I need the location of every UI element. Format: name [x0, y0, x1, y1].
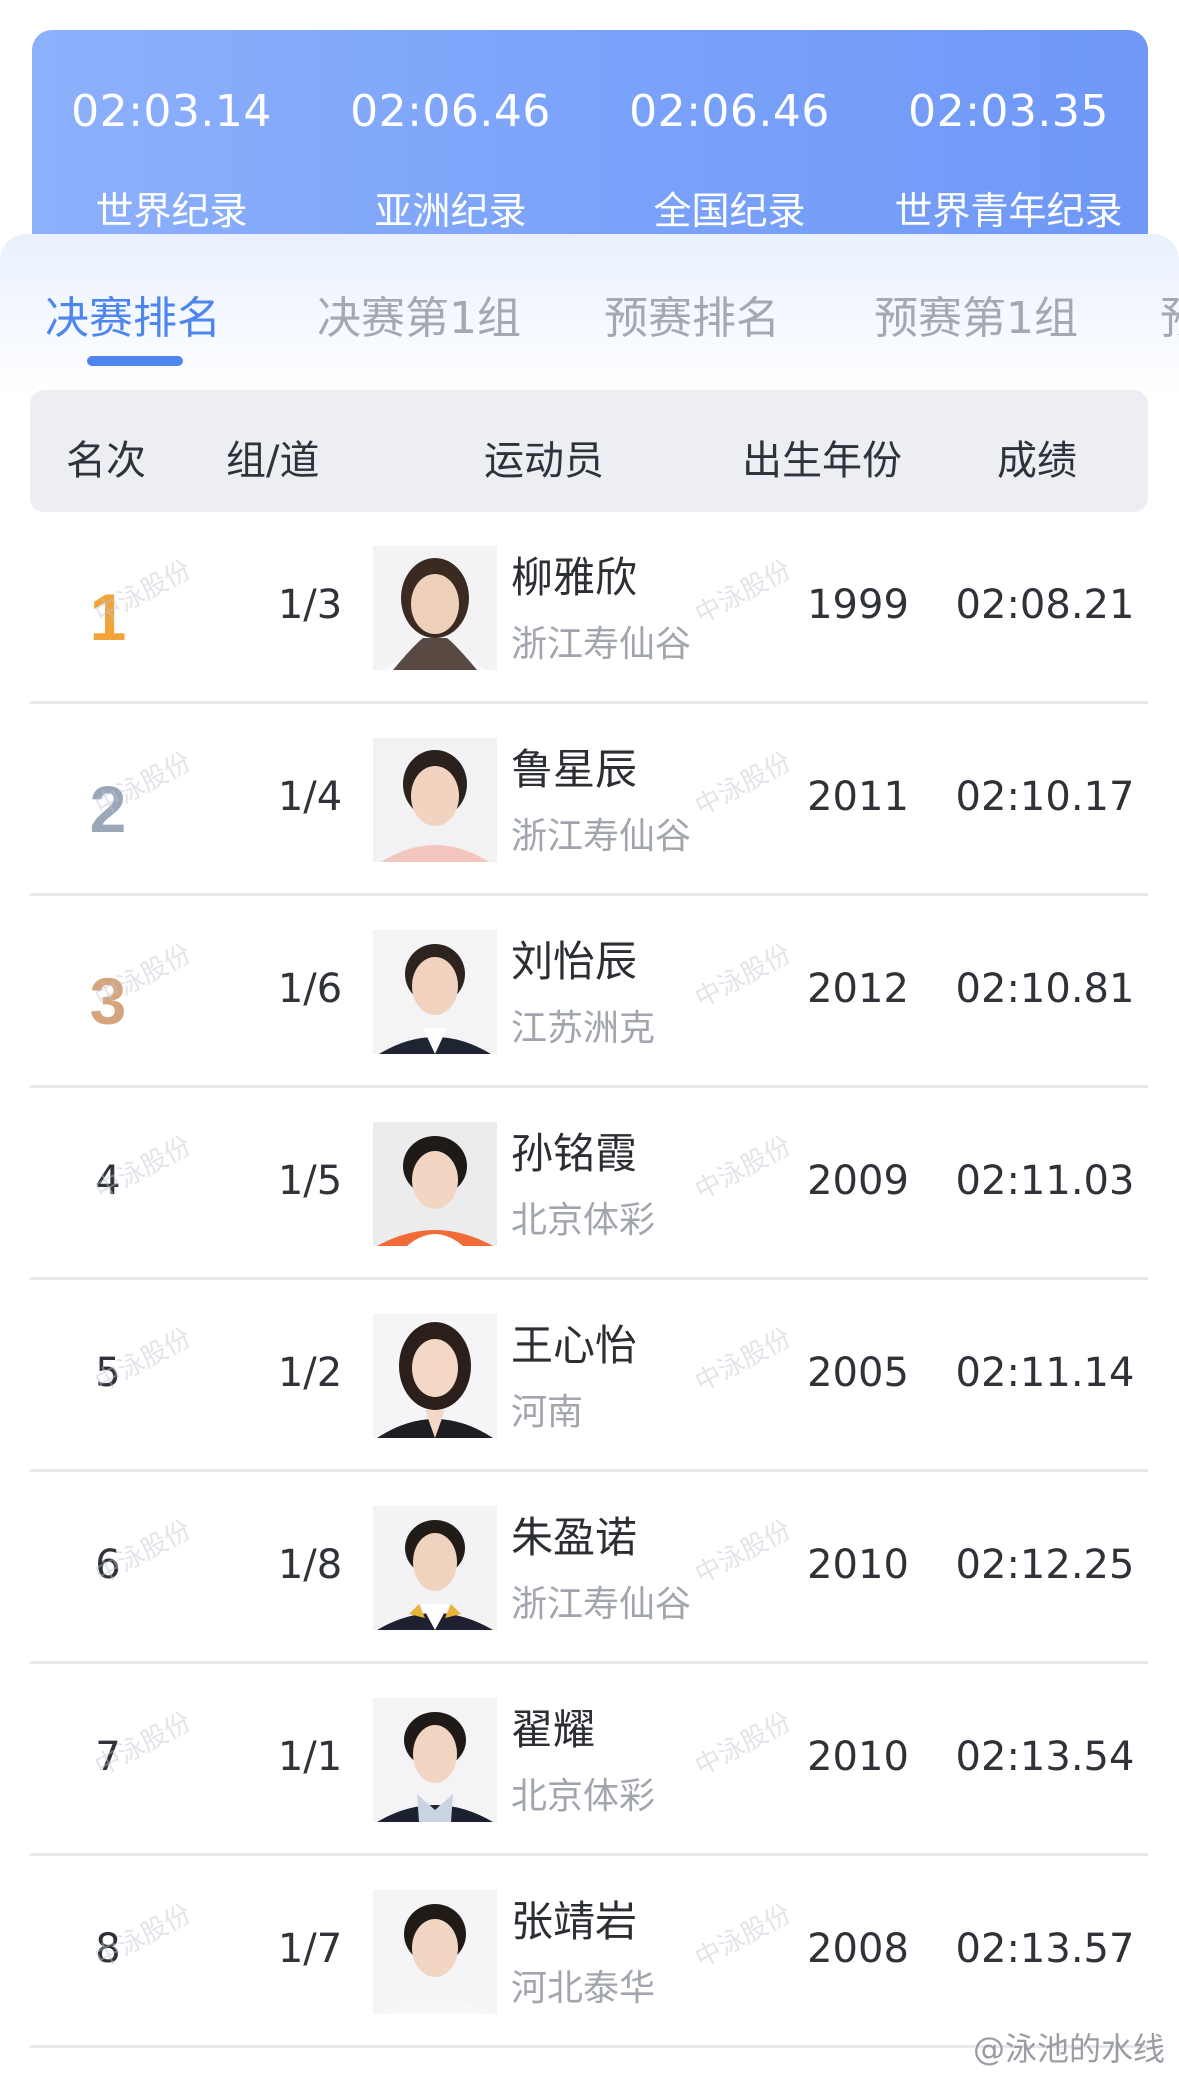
- lane-cell: 1/4: [277, 774, 343, 820]
- svg-text:3: 3: [90, 966, 127, 1036]
- svg-text:1: 1: [90, 582, 127, 652]
- header-result: 成绩: [997, 438, 1077, 484]
- result-cell: 02:10.81: [955, 966, 1135, 1012]
- record-label: 亚洲纪录: [374, 189, 527, 233]
- lane-cell: 1/8: [277, 1542, 343, 1588]
- header-birth-year: 出生年份: [742, 438, 902, 484]
- results-table: 1 1/3 柳雅欣 浙江寿仙谷 1999 02:08.21 中泳股份 中泳股份 …: [30, 512, 1148, 2048]
- athlete-club: 北京体彩: [511, 1776, 656, 1817]
- header-rank: 名次: [66, 438, 146, 484]
- record-time: 02:03.14: [71, 86, 272, 137]
- rank-cell: 5: [95, 1350, 121, 1396]
- gold-medal-rank-icon: 1: [78, 582, 138, 652]
- athlete-photo: [373, 1506, 497, 1630]
- record-time: 02:06.46: [350, 86, 551, 137]
- table-row[interactable]: 3 1/6 刘怡辰 江苏洲克 2012 02:10.81 中泳股份 中泳股份: [30, 896, 1148, 1088]
- birth-year-cell: 2005: [807, 1350, 909, 1396]
- athlete-name: 翟耀: [511, 1705, 596, 1754]
- athlete-club: 北京体彩: [511, 1200, 656, 1241]
- bronze-medal-rank-icon: 3: [78, 966, 138, 1036]
- rank-cell: 7: [95, 1734, 121, 1780]
- athlete-photo: [373, 738, 497, 862]
- active-tab-indicator: [87, 356, 183, 366]
- rank-cell: 6: [95, 1542, 121, 1588]
- tab-heats-group-1[interactable]: 预赛第1组: [874, 282, 1078, 346]
- rank-cell: 8: [95, 1926, 121, 1972]
- athlete-club: 河南: [511, 1392, 584, 1433]
- svg-text:2: 2: [90, 774, 127, 844]
- table-row[interactable]: 7 1/1 翟耀 北京体彩 2010 02:13.54 中泳股份 中泳股份: [30, 1664, 1148, 1856]
- athlete-club: 江苏洲克: [511, 1008, 656, 1049]
- lane-cell: 1/1: [277, 1734, 343, 1780]
- lane-cell: 1/6: [277, 966, 343, 1012]
- header-lane: 组/道: [226, 438, 320, 484]
- birth-year-cell: 2010: [807, 1734, 909, 1780]
- result-cell: 02:08.21: [955, 582, 1135, 628]
- tab-bar: 决赛排名 决赛第1组 预赛排名 预赛第1组 预: [0, 234, 1179, 394]
- tab-heats-more[interactable]: 预: [1160, 282, 1179, 346]
- tab-heats-ranking[interactable]: 预赛排名: [604, 282, 780, 346]
- birth-year-cell: 2010: [807, 1542, 909, 1588]
- result-cell: 02:13.57: [955, 1926, 1135, 1972]
- table-header: 名次 组/道 运动员 出生年份 成绩: [30, 390, 1148, 512]
- table-row[interactable]: 4 1/5 孙铭霞 北京体彩 2009 02:11.03 中泳股份 中泳股份: [30, 1088, 1148, 1280]
- results-page: 02:03.14 世界纪录 02:06.46 亚洲纪录 02:06.46 全国纪…: [0, 0, 1179, 2073]
- table-row[interactable]: 1 1/3 柳雅欣 浙江寿仙谷 1999 02:08.21 中泳股份 中泳股份: [30, 512, 1148, 704]
- record-label: 全国纪录: [653, 189, 806, 233]
- athlete-photo: [373, 1890, 497, 2014]
- weibo-watermark: @泳池的水线: [972, 2030, 1165, 2068]
- athlete-photo: [373, 930, 497, 1054]
- athlete-name: 朱盈诺: [511, 1513, 638, 1562]
- lane-cell: 1/3: [277, 582, 343, 628]
- record-time: 02:03.35: [908, 86, 1109, 137]
- birth-year-cell: 2008: [807, 1926, 909, 1972]
- lane-cell: 1/2: [277, 1350, 343, 1396]
- tab-final-ranking[interactable]: 决赛排名: [45, 282, 221, 346]
- result-cell: 02:13.54: [955, 1734, 1135, 1780]
- table-row[interactable]: 5 1/2 王心怡 河南 2005 02:11.14 中泳股份 中泳股份: [30, 1280, 1148, 1472]
- athlete-photo: [373, 546, 497, 670]
- header-athlete: 运动员: [484, 438, 604, 484]
- athlete-name: 王心怡: [511, 1321, 638, 1370]
- table-row[interactable]: 2 1/4 鲁星辰 浙江寿仙谷 2011 02:10.17 中泳股份 中泳股份: [30, 704, 1148, 896]
- athlete-name: 张靖岩: [511, 1897, 638, 1946]
- athlete-club: 浙江寿仙谷: [511, 816, 692, 857]
- birth-year-cell: 2011: [807, 774, 909, 820]
- table-row[interactable]: 8 1/7 张靖岩 河北泰华 2008 02:13.57 中泳股份 中泳股份: [30, 1856, 1148, 2048]
- athlete-photo: [373, 1698, 497, 1822]
- lane-cell: 1/5: [277, 1158, 343, 1204]
- record-label: 世界青年纪录: [894, 189, 1123, 233]
- result-cell: 02:11.14: [955, 1350, 1135, 1396]
- tab-final-group-1[interactable]: 决赛第1组: [317, 282, 521, 346]
- birth-year-cell: 2012: [807, 966, 909, 1012]
- athlete-name: 柳雅欣: [511, 553, 638, 602]
- result-cell: 02:11.03: [955, 1158, 1135, 1204]
- silver-medal-rank-icon: 2: [78, 774, 138, 844]
- record-label: 世界纪录: [95, 189, 248, 233]
- athlete-photo: [373, 1122, 497, 1246]
- athlete-name: 刘怡辰: [511, 937, 638, 986]
- birth-year-cell: 1999: [807, 582, 909, 628]
- athlete-name: 孙铭霞: [511, 1129, 638, 1178]
- athlete-club: 河北泰华: [511, 1968, 656, 2009]
- result-cell: 02:12.25: [955, 1542, 1135, 1588]
- rank-cell: 4: [95, 1158, 121, 1204]
- result-cell: 02:10.17: [955, 774, 1135, 820]
- lane-cell: 1/7: [277, 1926, 343, 1972]
- athlete-club: 浙江寿仙谷: [511, 624, 692, 665]
- athlete-photo: [373, 1314, 497, 1438]
- record-time: 02:06.46: [629, 86, 830, 137]
- table-row[interactable]: 6 1/8 朱盈诺 浙江寿仙谷 2010 02:12.25 中泳股份 中泳股份: [30, 1472, 1148, 1664]
- birth-year-cell: 2009: [807, 1158, 909, 1204]
- athlete-name: 鲁星辰: [511, 745, 638, 794]
- athlete-club: 浙江寿仙谷: [511, 1584, 692, 1625]
